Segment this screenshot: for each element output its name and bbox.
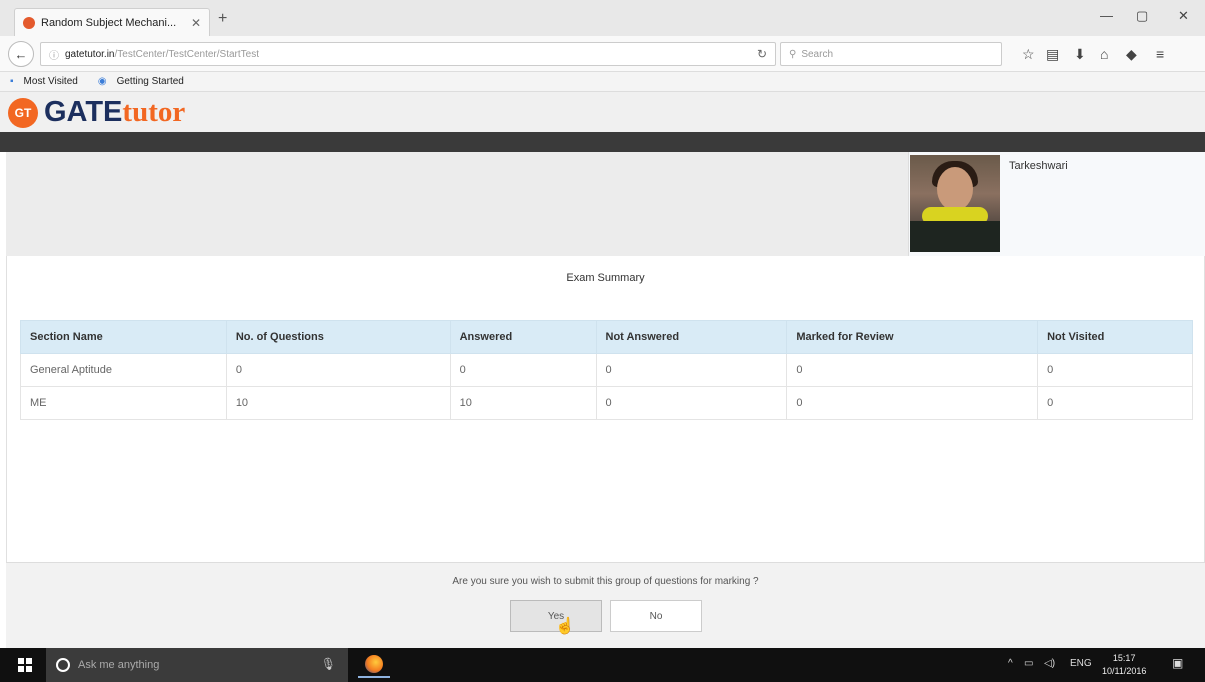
hand-cursor-icon: ☝ (555, 618, 575, 635)
browser-nav-bar: ← ⓘ gatetutor.in/TestCenter/TestCenter/S… (0, 36, 1205, 72)
site-logo[interactable]: GATEtutor (44, 96, 185, 129)
column-header-section-name: Section Name (20, 320, 227, 354)
bookmarks-bar: ▪ Most Visited ◉ Getting Started (0, 72, 1205, 92)
logo-badge[interactable]: GT (8, 98, 38, 128)
column-header-not-answered: Not Answered (595, 320, 788, 354)
header-divider-bar (0, 132, 1205, 152)
table-row: General Aptitude 0 0 0 0 0 (20, 353, 1193, 387)
table-header-row: Section Name No. of Questions Answered N… (20, 320, 1193, 354)
table-row: ME 10 10 0 0 0 (20, 386, 1193, 420)
reload-icon[interactable]: ↻ (757, 47, 767, 61)
table-cell: ME (20, 386, 227, 420)
browser-tab-bar: Random Subject Mechani... ✕ + — ▢ ✕ (0, 0, 1205, 36)
reading-list-icon[interactable]: ▤ (1046, 46, 1059, 63)
confirmation-message: Are you sure you wish to submit this gro… (452, 576, 759, 587)
site-header: GT GATEtutor (0, 92, 1205, 132)
back-button[interactable]: ← (8, 41, 34, 67)
column-header-marked-for-review: Marked for Review (786, 320, 1039, 354)
download-icon[interactable]: ⬇ (1074, 46, 1086, 63)
url-path: /TestCenter/TestCenter/StartTest (114, 48, 259, 60)
table-cell: 0 (595, 353, 788, 387)
cortana-icon (56, 658, 70, 672)
user-name: Tarkeshwari (1009, 160, 1068, 172)
bookmark-star-icon[interactable]: ☆ (1022, 46, 1035, 63)
windows-taskbar: Ask me anything 🎙 ^ ▭ ◁) ENG 15:17 10/11… (0, 648, 1205, 682)
microphone-icon[interactable]: 🎙 (321, 657, 336, 671)
column-header-not-visited: Not Visited (1037, 320, 1193, 354)
search-placeholder: Search (801, 48, 834, 60)
avatar (910, 155, 1000, 252)
page-title: Exam Summary (566, 272, 645, 284)
restore-icon[interactable]: ▢ (1136, 8, 1148, 24)
firefox-taskbar-button[interactable] (358, 652, 390, 678)
column-header-no-of-questions: No. of Questions (225, 320, 451, 354)
network-icon[interactable]: ▭ (1024, 658, 1033, 669)
address-bar[interactable]: ⓘ gatetutor.in/TestCenter/TestCenter/Sta… (40, 42, 776, 66)
firefox-icon: ◉ (97, 76, 107, 87)
pocket-icon[interactable]: ◆ (1126, 46, 1137, 63)
no-button[interactable]: No (610, 600, 702, 632)
logo-gate-text: GATE (44, 96, 123, 128)
bookmark-getting-started[interactable]: ◉ Getting Started (98, 76, 194, 87)
table-cell: General Aptitude (20, 353, 227, 387)
minimize-icon[interactable]: — (1100, 8, 1113, 23)
volume-icon[interactable]: ◁) (1044, 658, 1055, 669)
confirmation-footer (6, 562, 1205, 648)
firefox-icon (365, 655, 383, 673)
back-arrow-icon: ← (14, 46, 28, 62)
clock-date: 10/11/2016 (1102, 666, 1147, 676)
tab-title: Random Subject Mechani... (41, 16, 177, 29)
taskbar-search-placeholder: Ask me anything (78, 659, 160, 671)
site-favicon-icon (23, 16, 35, 29)
notifications-icon[interactable]: ▣ (1172, 656, 1183, 670)
search-icon: ⚲ (789, 48, 797, 60)
table-cell: 0 (786, 386, 1039, 420)
table-cell: 0 (225, 353, 451, 387)
bookmark-most-visited[interactable]: ▪ Most Visited (10, 76, 88, 87)
folder-icon: ▪ (10, 76, 14, 87)
windows-start-icon[interactable] (18, 658, 32, 672)
table-cell: 10 (449, 386, 597, 420)
column-header-answered: Answered (449, 320, 597, 354)
url-domain: gatetutor.in (65, 48, 115, 60)
taskbar-clock[interactable]: 15:17 10/11/2016 (1102, 652, 1146, 678)
table-cell: 10 (225, 386, 451, 420)
exam-summary-table: Section Name No. of Questions Answered N… (20, 320, 1193, 420)
table-cell: 0 (786, 353, 1039, 387)
browser-tab[interactable]: Random Subject Mechani... ✕ (14, 8, 210, 36)
table-cell: 0 (1037, 386, 1193, 420)
table-cell: 0 (1037, 353, 1193, 387)
menu-icon[interactable]: ≡ (1156, 46, 1164, 62)
new-tab-button[interactable]: + (218, 10, 227, 28)
tray-chevron-icon[interactable]: ^ (1008, 658, 1013, 669)
logo-tutor-text: tutor (122, 96, 186, 128)
info-icon[interactable]: ⓘ (49, 47, 59, 62)
home-icon[interactable]: ⌂ (1100, 46, 1108, 62)
taskbar-search-input[interactable]: Ask me anything 🎙 (46, 648, 348, 682)
language-indicator[interactable]: ENG (1070, 658, 1092, 669)
table-cell: 0 (449, 353, 597, 387)
table-cell: 0 (595, 386, 788, 420)
close-window-icon[interactable]: ✕ (1178, 8, 1189, 24)
browser-search-input[interactable]: ⚲ Search (780, 42, 1002, 66)
close-tab-icon[interactable]: ✕ (191, 16, 201, 30)
clock-time: 15:17 (1112, 653, 1136, 663)
